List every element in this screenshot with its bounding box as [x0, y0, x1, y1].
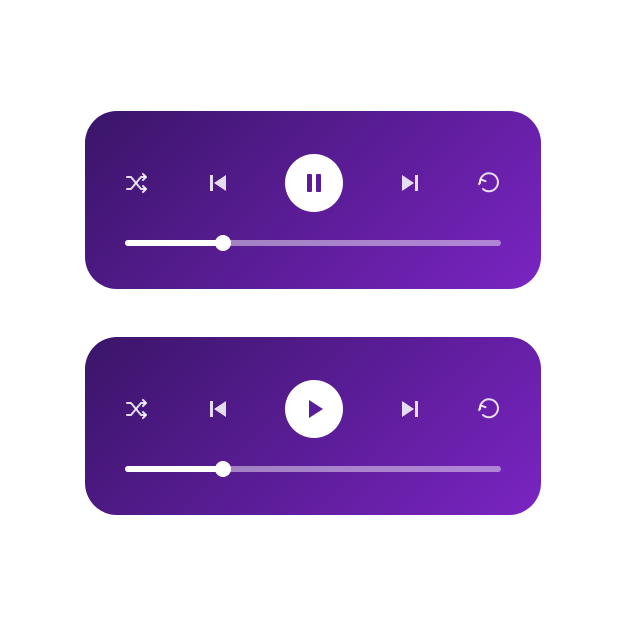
progress-thumb[interactable] — [215, 235, 231, 251]
pause-button[interactable]: Pause — [285, 154, 343, 212]
previous-icon — [207, 172, 229, 194]
repeat-icon — [477, 171, 501, 195]
progress-slider[interactable] — [125, 466, 501, 472]
play-button[interactable]: Play — [285, 380, 343, 438]
media-player-card: Shuffle Previous Pause Next — [85, 111, 541, 289]
repeat-button[interactable]: Repeat — [477, 397, 501, 421]
progress-thumb[interactable] — [215, 461, 231, 477]
progress-slider[interactable] — [125, 240, 501, 246]
previous-button[interactable]: Previous — [207, 398, 229, 420]
shuffle-icon — [125, 399, 151, 419]
progress-fill — [125, 466, 223, 472]
shuffle-icon — [125, 173, 151, 193]
next-icon — [399, 398, 421, 420]
next-button[interactable]: Next — [399, 172, 421, 194]
progress-fill — [125, 240, 223, 246]
repeat-icon — [477, 397, 501, 421]
media-player-card: Shuffle Previous Play Next — [85, 337, 541, 515]
next-icon — [399, 172, 421, 194]
shuffle-button[interactable]: Shuffle — [125, 399, 151, 419]
controls-row: Shuffle Previous Pause Next — [125, 154, 501, 212]
pause-icon — [301, 170, 327, 196]
next-button[interactable]: Next — [399, 398, 421, 420]
previous-icon — [207, 398, 229, 420]
controls-row: Shuffle Previous Play Next — [125, 380, 501, 438]
shuffle-button[interactable]: Shuffle — [125, 173, 151, 193]
play-icon — [301, 396, 327, 422]
previous-button[interactable]: Previous — [207, 172, 229, 194]
repeat-button[interactable]: Repeat — [477, 171, 501, 195]
